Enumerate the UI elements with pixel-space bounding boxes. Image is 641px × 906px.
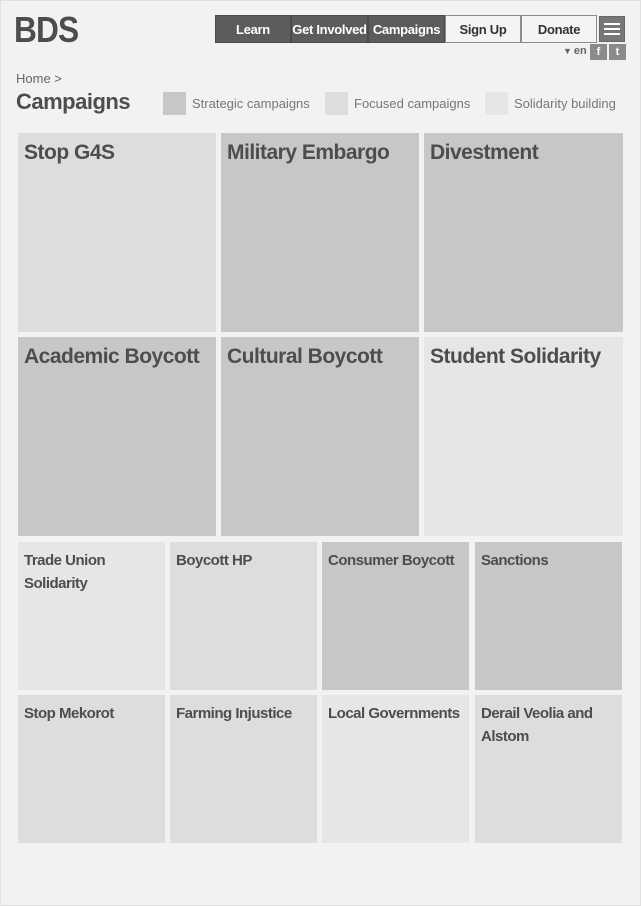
legend-swatch-focused	[325, 92, 348, 115]
dropdown-triangle-icon: ▼	[563, 46, 572, 56]
nav-learn[interactable]: Learn	[215, 15, 291, 43]
campaign-tile-student-solidarity[interactable]: Student Solidarity	[424, 337, 623, 536]
campaign-tile-boycott-hp[interactable]: Boycott HP	[170, 542, 317, 690]
campaign-tile-academic-boycott[interactable]: Academic Boycott	[18, 337, 216, 536]
campaign-tile-local-governments[interactable]: Local Governments	[322, 695, 469, 843]
language-label: en	[573, 45, 587, 57]
legend-solidarity: Solidarity building	[485, 92, 616, 115]
campaign-tile-trade-union-solidarity[interactable]: Trade Union Solidarity	[18, 542, 165, 690]
campaign-tile-farming-injustice[interactable]: Farming Injustice	[170, 695, 317, 843]
page-title: Campaigns	[16, 89, 131, 114]
nav-donate[interactable]: Donate	[521, 15, 597, 43]
legend-swatch-strategic	[163, 92, 186, 115]
legend-label-solidarity: Solidarity building	[514, 96, 616, 111]
campaign-tile-divestment[interactable]: Divestment	[424, 133, 623, 332]
nav-campaigns[interactable]: Campaigns	[368, 15, 445, 43]
campaign-tile-stop-g4s[interactable]: Stop G4S	[18, 133, 216, 332]
twitter-icon[interactable]: t	[609, 44, 626, 60]
legend-focused: Focused campaigns	[325, 92, 470, 115]
nav-get-involved[interactable]: Get Involved	[291, 15, 368, 43]
legend-swatch-solidarity	[485, 92, 508, 115]
language-selector[interactable]: ▼ en	[563, 45, 587, 57]
legend-strategic: Strategic campaigns	[163, 92, 310, 115]
legend-label-strategic: Strategic campaigns	[192, 96, 310, 111]
breadcrumb[interactable]: Home >	[16, 71, 62, 86]
campaign-tile-sanctions[interactable]: Sanctions	[475, 542, 622, 690]
campaign-tile-stop-mekorot[interactable]: Stop Mekorot	[18, 695, 165, 843]
nav-sign-up[interactable]: Sign Up	[445, 15, 521, 43]
campaign-tile-consumer-boycott[interactable]: Consumer Boycott	[322, 542, 469, 690]
legend-label-focused: Focused campaigns	[354, 96, 471, 111]
bds-logo[interactable]: BDS	[14, 10, 79, 50]
campaign-tile-derail-veolia-alstom[interactable]: Derail Veolia and Alstom	[475, 695, 622, 843]
hamburger-menu-icon[interactable]	[599, 16, 625, 42]
campaign-tile-military-embargo[interactable]: Military Embargo	[221, 133, 419, 332]
facebook-icon[interactable]: f	[590, 44, 607, 60]
campaign-tile-cultural-boycott[interactable]: Cultural Boycott	[221, 337, 419, 536]
